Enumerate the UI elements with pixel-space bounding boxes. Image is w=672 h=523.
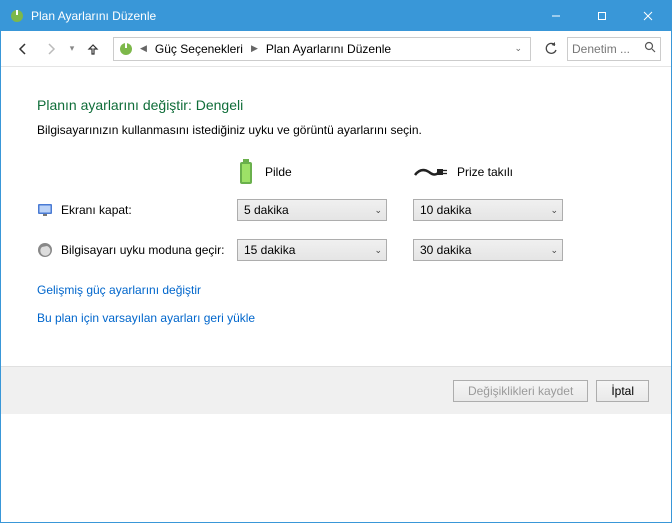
page-heading: Planın ayarlarını değiştir: Dengeli — [37, 97, 635, 113]
display-off-row: Ekranı kapat: 5 dakika⌄ 10 dakika⌄ — [37, 199, 635, 221]
forward-button[interactable] — [39, 37, 63, 61]
address-dropdown-button[interactable]: ⌄ — [510, 43, 526, 54]
address-bar[interactable]: ◀ Güç Seçenekleri ▶ Plan Ayarlarını Düze… — [113, 37, 531, 61]
window-title: Plan Ayarlarını Düzenle — [31, 9, 533, 23]
sleep-row: Bilgisayarı uyku moduna geçir: 15 dakika… — [37, 239, 635, 261]
advanced-settings-link[interactable]: Gelişmiş güç ayarlarını değiştir — [37, 283, 635, 297]
app-icon — [9, 8, 25, 24]
display-off-label: Ekranı kapat: — [61, 203, 132, 217]
window-controls — [533, 1, 671, 31]
battery-column-label: Pilde — [265, 165, 292, 179]
chevron-right-icon[interactable]: ▶ — [249, 43, 260, 54]
search-icon[interactable] — [644, 41, 656, 56]
navigation-toolbar: ▾ ◀ Güç Seçenekleri ▶ Plan Ayarlarını Dü… — [1, 31, 671, 67]
chevron-left-icon[interactable]: ◀ — [138, 43, 149, 54]
sleep-icon — [37, 242, 53, 258]
column-headers: Pilde Prize takılı — [37, 159, 635, 185]
maximize-button[interactable] — [579, 1, 625, 31]
cancel-button[interactable]: İptal — [596, 380, 649, 402]
search-placeholder: Denetim ... — [572, 42, 640, 56]
restore-defaults-link[interactable]: Bu plan için varsayılan ayarları geri yü… — [37, 311, 635, 325]
chevron-down-icon: ⌄ — [550, 205, 558, 216]
chevron-down-icon: ⌄ — [374, 205, 382, 216]
footer-bar: Değişiklikleri kaydet İptal — [1, 366, 671, 414]
minimize-button[interactable] — [533, 1, 579, 31]
battery-column-header: Pilde — [237, 159, 397, 185]
breadcrumb-level2[interactable]: Plan Ayarlarını Düzenle — [262, 38, 395, 60]
plugged-column-label: Prize takılı — [457, 165, 513, 179]
display-off-battery-select[interactable]: 5 dakika⌄ — [237, 199, 387, 221]
title-bar: Plan Ayarlarını Düzenle — [1, 1, 671, 31]
plugged-column-header: Prize takılı — [413, 159, 573, 185]
breadcrumb-level1[interactable]: Güç Seçenekleri — [151, 38, 247, 60]
plug-icon — [413, 165, 447, 179]
links-section: Gelişmiş güç ayarlarını değiştir Bu plan… — [37, 283, 635, 325]
sleep-label: Bilgisayarı uyku moduna geçir: — [61, 243, 224, 257]
search-input[interactable]: Denetim ... — [567, 37, 661, 61]
chevron-down-icon: ⌄ — [374, 245, 382, 256]
save-button[interactable]: Değişiklikleri kaydet — [453, 380, 588, 402]
sleep-plugged-select[interactable]: 30 dakika⌄ — [413, 239, 563, 261]
back-button[interactable] — [11, 37, 35, 61]
display-off-plugged-select[interactable]: 10 dakika⌄ — [413, 199, 563, 221]
content-area: Planın ayarlarını değiştir: Dengeli Bilg… — [1, 67, 671, 325]
close-button[interactable] — [625, 1, 671, 31]
refresh-button[interactable] — [539, 37, 563, 61]
sleep-battery-select[interactable]: 15 dakika⌄ — [237, 239, 387, 261]
display-icon — [37, 202, 53, 218]
power-options-icon — [118, 41, 134, 57]
up-button[interactable] — [81, 37, 105, 61]
recent-locations-button[interactable]: ▾ — [67, 43, 77, 54]
page-subheading: Bilgisayarınızın kullanmasını istediğini… — [37, 123, 635, 137]
chevron-down-icon: ⌄ — [550, 245, 558, 256]
battery-icon — [237, 159, 255, 185]
